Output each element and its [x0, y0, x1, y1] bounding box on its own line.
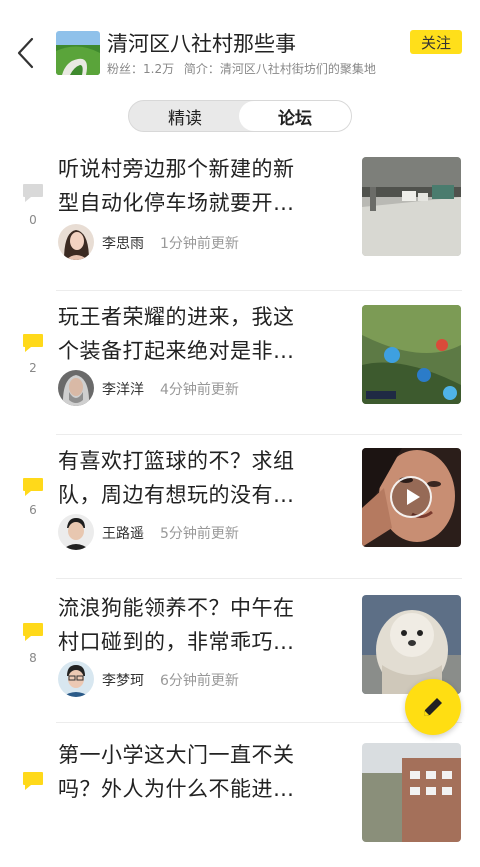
- follow-button[interactable]: 关注: [410, 30, 462, 54]
- post-title: 玩王者荣耀的进来，我这 个装备打起来绝对是非…: [58, 305, 295, 363]
- back-button[interactable]: [14, 36, 40, 70]
- update-time: 5分钟前更新: [160, 526, 239, 542]
- post-item[interactable]: 6 有喜欢打篮球的不？求组 队，周边有想玩的没有… 王路遥 5分钟前更新: [0, 435, 480, 579]
- author-name: 王路遥: [102, 526, 144, 542]
- comment-count: 6: [29, 503, 37, 517]
- update-time: 1分钟前更新: [160, 236, 239, 252]
- avatar[interactable]: [58, 370, 94, 406]
- post-item[interactable]: 0 听说村旁边那个新建的新 型自动化停车场就要开… 李思雨 1分钟前更新: [0, 147, 480, 291]
- tab-featured[interactable]: 精读: [129, 101, 241, 131]
- community-intro: 简介：清河区八社村街坊们的聚集地: [183, 62, 376, 76]
- post-title: 第一小学这大门一直不关 吗？外人为什么不能进…: [58, 743, 295, 801]
- section-tabs: 精读 论坛: [128, 100, 352, 132]
- avatar[interactable]: [58, 661, 94, 697]
- comment-count: 8: [29, 651, 37, 665]
- author-name: 李思雨: [102, 236, 144, 252]
- post-title: 听说村旁边那个新建的新 型自动化停车场就要开…: [58, 157, 295, 215]
- speech-bubble-icon: [23, 184, 43, 202]
- speech-bubble-icon: [23, 334, 43, 352]
- speech-bubble-icon: [23, 772, 43, 790]
- speech-bubble-icon: [23, 478, 43, 496]
- community-meta: 粉丝：1.2万 简介：清河区八社村街坊们的聚集地: [107, 60, 382, 77]
- chevron-left-icon: [17, 37, 34, 69]
- author-name: 李梦珂: [102, 673, 144, 689]
- comment-count: 2: [29, 361, 37, 375]
- post-thumbnail[interactable]: [362, 305, 461, 404]
- fans-count: 粉丝：1.2万: [107, 62, 175, 76]
- speech-bubble-icon: [23, 623, 43, 641]
- author-name: 李洋洋: [102, 382, 144, 398]
- play-icon[interactable]: [390, 476, 432, 518]
- post-thumbnail[interactable]: [362, 595, 461, 694]
- post-thumbnail[interactable]: [362, 157, 461, 256]
- avatar[interactable]: [58, 224, 94, 260]
- update-time: 6分钟前更新: [160, 673, 239, 689]
- update-time: 4分钟前更新: [160, 382, 239, 398]
- avatar[interactable]: [58, 514, 94, 550]
- compose-button[interactable]: [405, 679, 461, 735]
- pencil-icon: [424, 698, 442, 716]
- community-logo: [56, 31, 100, 75]
- tab-forum[interactable]: 论坛: [239, 101, 351, 131]
- comment-count: 0: [29, 213, 37, 227]
- post-title: 流浪狗能领养不？中午在 村口碰到的，非常乖巧…: [58, 596, 295, 654]
- post-thumbnail[interactable]: [362, 743, 461, 842]
- community-header: 清河区八社村那些事 粉丝：1.2万 简介：清河区八社村街坊们的聚集地 关注: [0, 0, 480, 95]
- community-title: 清河区八社村那些事: [107, 32, 296, 56]
- video-thumbnail[interactable]: [362, 448, 461, 547]
- post-item[interactable]: 2 玩王者荣耀的进来，我这 个装备打起来绝对是非… 李洋洋 4分钟前更新: [0, 291, 480, 435]
- post-item[interactable]: 第一小学这大门一直不关 吗？外人为什么不能进…: [0, 723, 480, 867]
- post-title: 有喜欢打篮球的不？求组 队，周边有想玩的没有…: [58, 449, 295, 507]
